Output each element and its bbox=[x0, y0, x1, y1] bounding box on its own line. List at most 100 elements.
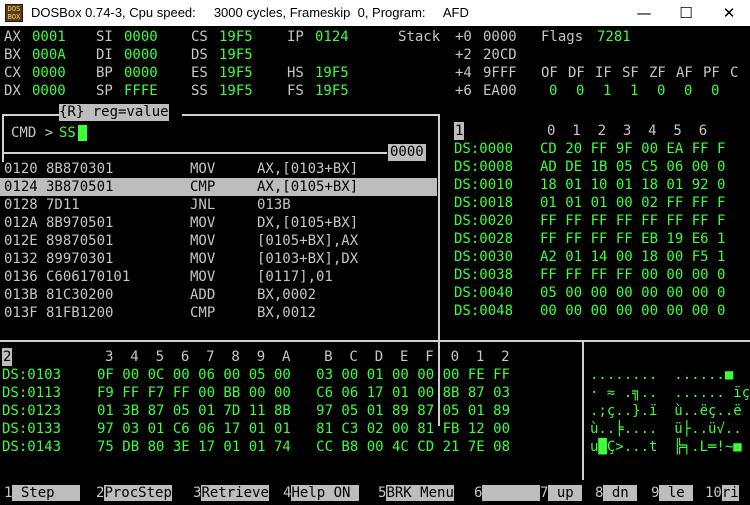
minimize-button[interactable]: — bbox=[634, 4, 654, 22]
memory-address[interactable]: DS:0028 bbox=[454, 230, 513, 248]
memory-address[interactable]: DS:0030 bbox=[454, 248, 513, 266]
memory-address[interactable]: DS:0040 bbox=[454, 284, 513, 302]
ascii-divider bbox=[582, 340, 584, 480]
flag-value[interactable]: 0 bbox=[549, 82, 557, 100]
memory-address[interactable]: DS:0018 bbox=[454, 194, 513, 212]
memory-address[interactable]: DS:0038 bbox=[454, 266, 513, 284]
instruction-bytes: 7D11 bbox=[46, 197, 80, 213]
memory-address[interactable]: DS:0113 bbox=[2, 384, 61, 402]
instruction-bytes: 3B870501 bbox=[46, 178, 114, 196]
flag-value[interactable]: 1 bbox=[630, 82, 638, 100]
instruction-bytes: 89970301 bbox=[46, 251, 114, 267]
memory-bytes[interactable]: 97 03 01 C6 06 17 01 01 81 C3 02 00 81 F… bbox=[97, 420, 510, 438]
register-value[interactable]: 19F5 bbox=[315, 64, 349, 82]
instruction-address[interactable]: 0120 bbox=[4, 160, 38, 178]
memory-bytes[interactable]: F9 FF F7 FF 00 BB 00 00 C6 06 17 01 00 8… bbox=[97, 384, 510, 402]
cmd-input[interactable]: SS bbox=[59, 124, 76, 142]
instruction-mnemonic: CMP bbox=[190, 305, 216, 321]
register-value[interactable]: 19F5 bbox=[219, 64, 253, 82]
memory-address[interactable]: DS:0020 bbox=[454, 212, 513, 230]
cmd-cursor bbox=[78, 125, 87, 141]
memory-ascii: .;ç..}.ï ù..ëç..ë bbox=[590, 403, 742, 419]
stack-offset: +6 bbox=[455, 83, 472, 99]
memory-address[interactable]: DS:0010 bbox=[454, 176, 513, 194]
memory-address[interactable]: DS:0143 bbox=[2, 438, 61, 456]
memory-bytes[interactable]: 05 00 00 00 00 00 00 0 bbox=[540, 284, 725, 302]
instruction-operands: [0117],01 bbox=[257, 269, 333, 285]
instruction-address[interactable]: 012A bbox=[4, 214, 38, 232]
flag-value[interactable]: 0 bbox=[711, 82, 719, 100]
instruction-address[interactable]: 013F bbox=[4, 304, 38, 322]
register-value[interactable]: 0000 bbox=[32, 64, 66, 82]
register-value[interactable]: 0000 bbox=[124, 28, 158, 46]
function-key[interactable]: 1 Step bbox=[4, 484, 80, 502]
instruction-bytes: C606170101 bbox=[46, 269, 131, 285]
flag-value[interactable]: 0 bbox=[657, 82, 665, 100]
memory-bytes[interactable]: 01 3B 87 05 01 7D 11 8B 97 05 01 89 87 0… bbox=[97, 402, 510, 420]
function-key[interactable]: 9 le bbox=[651, 484, 694, 502]
function-key[interactable]: 7 up bbox=[540, 484, 583, 502]
flag-value[interactable]: 1 bbox=[603, 82, 611, 100]
memory-bytes[interactable]: AD DE 1B 05 C5 06 00 0 bbox=[540, 158, 725, 176]
memory-bytes[interactable]: 18 01 10 01 18 01 92 0 bbox=[540, 176, 725, 194]
register-name: SI bbox=[96, 29, 113, 45]
flag-name: PF bbox=[703, 65, 720, 81]
register-value[interactable]: 19F5 bbox=[219, 46, 253, 64]
memory-bytes[interactable]: CD 20 FF 9F 00 EA FF F bbox=[540, 140, 725, 158]
cmd-prompt: CMD > bbox=[11, 125, 54, 141]
dump2-header: 3 4 5 6 7 8 9 A B C D E F 0 1 2 bbox=[105, 349, 510, 365]
memory-address[interactable]: DS:0008 bbox=[454, 158, 513, 176]
memory-address[interactable]: DS:0048 bbox=[454, 302, 513, 320]
memory-address[interactable]: DS:0103 bbox=[2, 366, 61, 384]
function-key[interactable]: 3Retrieve bbox=[193, 484, 269, 502]
register-value[interactable]: 19F5 bbox=[219, 28, 253, 46]
memory-address[interactable]: DS:0000 bbox=[454, 140, 513, 158]
memory-bytes[interactable]: FF FF FF FF EB 19 E6 1 bbox=[540, 230, 725, 248]
close-button[interactable]: ✕ bbox=[719, 4, 739, 22]
memory-bytes[interactable]: 75 DB 80 3E 17 01 01 74 CC B8 00 4C CD 2… bbox=[97, 438, 510, 456]
window-title: DOSBox 0.74-3, Cpu speed: 3000 cycles, F… bbox=[31, 5, 469, 20]
memory-bytes[interactable]: FF FF FF FF FF FF FF F bbox=[540, 212, 725, 230]
register-value[interactable]: FFFE bbox=[124, 82, 158, 100]
memory-bytes[interactable]: 00 00 00 00 00 00 00 0 bbox=[540, 302, 725, 320]
register-value[interactable]: 0000 bbox=[124, 46, 158, 64]
instruction-bytes: 81C30200 bbox=[46, 287, 114, 303]
function-key-bar: 1 Step 2ProcStep 3Retrieve 4Help ON 5BRK M… bbox=[0, 480, 750, 505]
register-value[interactable]: 19F5 bbox=[315, 82, 349, 100]
function-key[interactable]: 10ri bbox=[705, 484, 739, 502]
memory-bytes[interactable]: FF FF FF FF 00 00 00 0 bbox=[540, 266, 725, 284]
function-key[interactable]: 5BRK Menu bbox=[378, 484, 454, 502]
maximize-button[interactable]: ☐ bbox=[676, 4, 696, 22]
function-key[interactable]: 2ProcStep bbox=[96, 484, 172, 502]
memory-address[interactable]: DS:0133 bbox=[2, 420, 61, 438]
instruction-bytes: 8B970501 bbox=[46, 215, 114, 231]
register-value[interactable]: 000A bbox=[32, 46, 66, 64]
memory-bytes[interactable]: 01 01 01 00 02 FF FF F bbox=[540, 194, 725, 212]
instruction-address[interactable]: 0136 bbox=[4, 268, 38, 286]
register-value[interactable]: 0124 bbox=[315, 28, 349, 46]
function-key[interactable]: 6 bbox=[474, 484, 550, 502]
instruction-address[interactable]: 0132 bbox=[4, 250, 38, 268]
register-name: BP bbox=[96, 65, 113, 81]
stack-label: Stack bbox=[398, 29, 441, 45]
stack-value: 20CD bbox=[483, 47, 517, 63]
register-value[interactable]: 19F5 bbox=[219, 82, 253, 100]
register-value[interactable]: 0001 bbox=[32, 28, 66, 46]
instruction-address[interactable]: 0128 bbox=[4, 196, 38, 214]
stack-value: 9FFF bbox=[483, 65, 517, 81]
instruction-operands: [0103+BX],DX bbox=[257, 251, 359, 267]
function-key[interactable]: 8 dn bbox=[595, 484, 638, 502]
dosbox-screen[interactable]: AX 0001 SI 0000 CS 19F5 IP 0124 BX 000A DI 0000 DS 19… bbox=[0, 26, 750, 505]
memory-bytes[interactable]: A2 01 14 00 18 00 F5 1 bbox=[540, 248, 725, 266]
register-name: CS bbox=[191, 29, 208, 45]
instruction-address[interactable]: 0124 bbox=[4, 178, 38, 196]
register-value[interactable]: 0000 bbox=[32, 82, 66, 100]
flag-value[interactable]: 0 bbox=[576, 82, 584, 100]
memory-address[interactable]: DS:0123 bbox=[2, 402, 61, 420]
memory-bytes[interactable]: 0F 00 0C 00 06 00 05 00 03 00 01 00 00 0… bbox=[97, 366, 510, 384]
register-value[interactable]: 0000 bbox=[124, 64, 158, 82]
function-key[interactable]: 4Help ON bbox=[283, 484, 359, 502]
flag-value[interactable]: 0 bbox=[684, 82, 692, 100]
instruction-address[interactable]: 012E bbox=[4, 232, 38, 250]
instruction-address[interactable]: 013B bbox=[4, 286, 38, 304]
